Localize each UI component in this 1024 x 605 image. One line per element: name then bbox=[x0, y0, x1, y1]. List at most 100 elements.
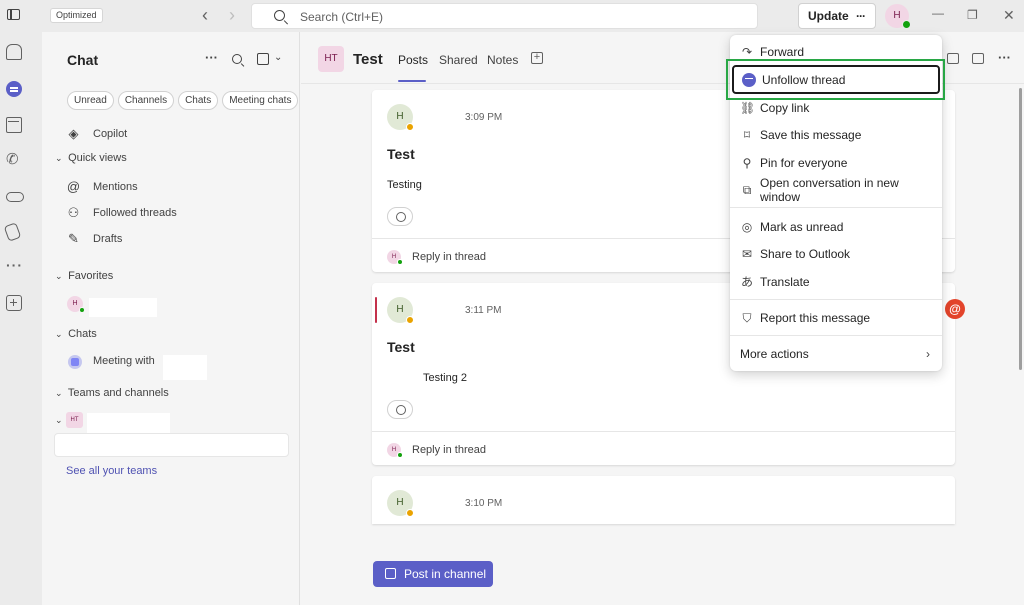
more-options-icon[interactable]: ··· bbox=[205, 50, 218, 65]
back-arrow-icon[interactable]: ‹ bbox=[202, 6, 208, 24]
restore-icon[interactable]: ❐ bbox=[967, 8, 978, 22]
menu-item-translate[interactable]: あ Translate bbox=[730, 270, 942, 294]
new-chat-icon[interactable] bbox=[257, 53, 269, 65]
menu-item-save-message[interactable]: ⌑ Save this message bbox=[730, 123, 942, 147]
filter-chats[interactable]: Chats bbox=[178, 91, 219, 110]
profile-initial: H bbox=[893, 10, 901, 21]
bookmark-icon: ⌑ bbox=[743, 128, 751, 142]
profile-avatar[interactable]: H bbox=[885, 4, 911, 29]
chevron-down-icon: ⌄ bbox=[55, 153, 63, 163]
chat-icon[interactable] bbox=[6, 81, 22, 97]
reply-avatar: H bbox=[387, 250, 403, 265]
post-time: 3:11 PM bbox=[465, 305, 502, 316]
add-reaction-icon[interactable] bbox=[387, 400, 413, 419]
app-rail: ✆ ··· bbox=[0, 32, 42, 605]
meeting-chat-item[interactable]: Meeting with bbox=[93, 355, 155, 367]
onedrive-icon[interactable] bbox=[6, 192, 24, 202]
minimize-icon[interactable]: — bbox=[932, 6, 944, 20]
search-icon[interactable] bbox=[232, 54, 242, 64]
copilot-item[interactable]: ◈ Copilot bbox=[66, 126, 128, 141]
add-reaction-icon[interactable] bbox=[387, 207, 413, 226]
menu-item-label: Open conversation in new window bbox=[760, 176, 899, 204]
copilot-label: Copilot bbox=[93, 127, 128, 140]
post-body: Testing bbox=[387, 179, 422, 191]
shield-icon: ⛉ bbox=[742, 311, 752, 325]
forward-icon: ↷ bbox=[741, 45, 753, 59]
forward-arrow-icon[interactable]: › bbox=[229, 6, 235, 24]
team-expand[interactable]: ⌄ bbox=[55, 414, 65, 426]
more-options-icon[interactable]: ··· bbox=[998, 50, 1011, 65]
sidebar-toggle-icon[interactable] bbox=[7, 9, 20, 20]
see-all-teams-link[interactable]: See all your teams bbox=[66, 465, 157, 477]
close-icon[interactable]: ✕ bbox=[1003, 7, 1015, 24]
chevron-down-icon[interactable]: ⌄ bbox=[274, 52, 282, 63]
menu-item-share-outlook[interactable]: ✉ Share to Outlook bbox=[730, 242, 942, 266]
followed-threads-label: Followed threads bbox=[93, 206, 177, 219]
update-button[interactable]: Update ··· bbox=[798, 3, 876, 29]
reply-in-thread-button[interactable]: H Reply in thread bbox=[387, 443, 486, 458]
post-in-channel-button[interactable]: Post in channel bbox=[373, 561, 493, 587]
mentions-item[interactable]: @ Mentions bbox=[66, 179, 138, 194]
chat-pane: Chat ··· ⌄ Unread Channels Chats Meeting… bbox=[42, 32, 300, 605]
filter-meeting-chats[interactable]: Meeting chats bbox=[222, 91, 299, 110]
tab-notes[interactable]: Notes bbox=[487, 53, 518, 67]
scrollbar-thumb[interactable] bbox=[1019, 88, 1022, 370]
reply-in-thread-button[interactable]: H Reply in thread bbox=[387, 250, 486, 265]
add-tab-icon[interactable]: + bbox=[531, 52, 543, 64]
activity-icon[interactable] bbox=[6, 44, 22, 60]
menu-item-unfollow-thread[interactable]: Unfollow thread bbox=[732, 65, 940, 94]
menu-item-label: Forward bbox=[760, 45, 805, 59]
menu-item-open-new-window[interactable]: ⧉ Open conversation in new window bbox=[730, 176, 942, 204]
tab-shared[interactable]: Shared bbox=[439, 53, 478, 67]
split-view-icon[interactable] bbox=[972, 53, 984, 64]
teams-label: Teams and channels bbox=[67, 387, 169, 399]
menu-separator bbox=[730, 299, 942, 300]
mention-icon: @ bbox=[945, 299, 965, 319]
calendar-icon[interactable] bbox=[6, 117, 22, 133]
followed-threads-item[interactable]: ⚇ Followed threads bbox=[66, 205, 177, 220]
channel-item[interactable] bbox=[54, 433, 289, 457]
post-card[interactable]: H 3:10 PM bbox=[372, 476, 955, 524]
menu-item-report[interactable]: ⛉ Report this message bbox=[730, 306, 942, 330]
post-in-channel-label: Post in channel bbox=[404, 567, 487, 581]
author-initial: H bbox=[396, 111, 404, 122]
chevron-right-icon: › bbox=[926, 347, 930, 361]
more-apps-icon[interactable]: ··· bbox=[6, 258, 22, 274]
microsoft365-icon[interactable] bbox=[3, 222, 22, 242]
menu-item-copy-link[interactable]: ⛓ Copy link bbox=[730, 96, 942, 120]
filter-unread[interactable]: Unread bbox=[67, 91, 114, 110]
menu-item-more-actions[interactable]: More actions › bbox=[730, 342, 942, 366]
redacted-name bbox=[163, 355, 207, 380]
search-input[interactable]: Search (Ctrl+E) bbox=[251, 3, 758, 29]
drafts-label: Drafts bbox=[93, 232, 123, 245]
menu-item-label: More actions bbox=[740, 347, 809, 361]
teams-section[interactable]: ⌄ Teams and channels bbox=[55, 387, 169, 399]
post-time: 3:09 PM bbox=[465, 112, 503, 123]
menu-item-pin[interactable]: ⚲ Pin for everyone bbox=[730, 151, 942, 175]
presence-available-icon bbox=[902, 20, 911, 29]
tab-posts[interactable]: Posts bbox=[398, 53, 428, 67]
menu-item-forward[interactable]: ↷ Forward bbox=[730, 40, 942, 64]
favorite-avatar[interactable]: H bbox=[67, 296, 85, 313]
translate-icon: あ bbox=[740, 275, 753, 289]
drafts-item[interactable]: ✎ Drafts bbox=[66, 231, 122, 246]
presence-available-icon bbox=[397, 259, 403, 265]
post-time: 3:10 PM bbox=[465, 498, 503, 509]
post-subject: Test bbox=[387, 146, 415, 162]
team-avatar[interactable]: HT bbox=[66, 412, 83, 428]
favorites-section[interactable]: ⌄ Favorites bbox=[55, 270, 113, 282]
menu-item-mark-unread[interactable]: ◎ Mark as unread bbox=[730, 215, 942, 239]
quick-views-label: Quick views bbox=[68, 152, 127, 164]
add-app-icon[interactable] bbox=[6, 295, 22, 311]
filter-channels[interactable]: Channels bbox=[117, 91, 175, 110]
author-initial: H bbox=[396, 497, 404, 508]
quick-views-section[interactable]: ⌄ Quick views bbox=[55, 152, 127, 164]
author-avatar: H bbox=[387, 490, 414, 517]
chevron-down-icon: ⌄ bbox=[55, 271, 63, 281]
presence-available-icon bbox=[397, 452, 403, 458]
chats-section[interactable]: ⌄ Chats bbox=[55, 328, 97, 340]
presence-away-icon bbox=[406, 316, 414, 324]
calls-icon[interactable]: ✆ bbox=[6, 152, 22, 168]
apps-icon[interactable] bbox=[947, 53, 959, 64]
update-label: Update bbox=[808, 9, 849, 23]
